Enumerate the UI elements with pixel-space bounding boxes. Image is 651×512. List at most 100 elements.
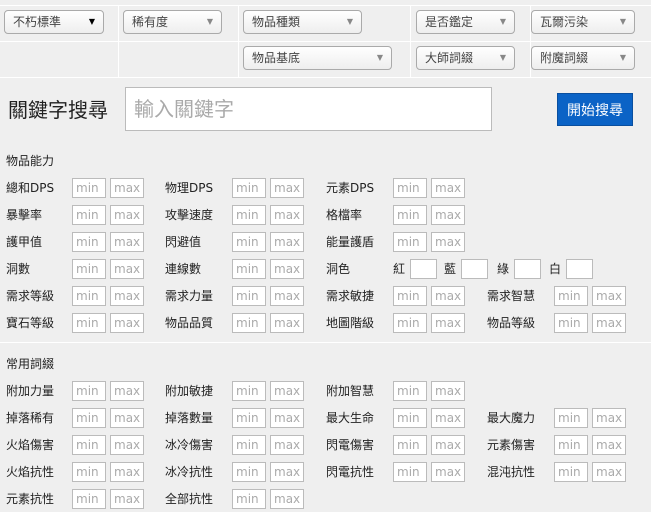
- min-input[interactable]: [393, 232, 427, 252]
- min-input[interactable]: [72, 178, 106, 198]
- max-input[interactable]: [431, 205, 465, 225]
- max-input[interactable]: [110, 313, 144, 333]
- max-input[interactable]: [110, 178, 144, 198]
- min-input[interactable]: [393, 408, 427, 428]
- keyword-input[interactable]: [125, 87, 492, 131]
- section-title: 常用詞綴: [6, 357, 55, 371]
- max-input[interactable]: [270, 408, 304, 428]
- min-input[interactable]: [72, 286, 106, 306]
- field-label: 閃電抗性: [326, 465, 375, 479]
- min-input[interactable]: [232, 435, 266, 455]
- min-input[interactable]: [72, 489, 106, 509]
- max-input[interactable]: [270, 489, 304, 509]
- min-input[interactable]: [232, 259, 266, 279]
- max-input[interactable]: [110, 205, 144, 225]
- socket-color-name: 綠: [497, 262, 510, 276]
- search-button[interactable]: 開始搜尋: [557, 93, 633, 126]
- socket-color-label: 洞色: [326, 262, 351, 276]
- min-input[interactable]: [72, 435, 106, 455]
- max-input[interactable]: [270, 286, 304, 306]
- max-input[interactable]: [110, 259, 144, 279]
- max-input[interactable]: [431, 313, 465, 333]
- max-input[interactable]: [110, 489, 144, 509]
- filter-dropdown[interactable]: 附魔詞綴 ▼: [531, 46, 635, 70]
- max-input[interactable]: [110, 381, 144, 401]
- min-input[interactable]: [232, 178, 266, 198]
- min-input[interactable]: [393, 313, 427, 333]
- max-input[interactable]: [592, 286, 626, 306]
- field-label: 連線數: [165, 262, 202, 276]
- max-input[interactable]: [270, 462, 304, 482]
- socket-count-input[interactable]: [410, 259, 437, 279]
- max-input[interactable]: [431, 232, 465, 252]
- filter-dropdown[interactable]: 大師詞綴 ▼: [416, 46, 515, 70]
- min-input[interactable]: [554, 408, 588, 428]
- max-input[interactable]: [110, 462, 144, 482]
- min-input[interactable]: [72, 205, 106, 225]
- min-input[interactable]: [393, 205, 427, 225]
- min-input[interactable]: [232, 381, 266, 401]
- field-label: 附加敏捷: [165, 384, 214, 398]
- socket-count-input[interactable]: [566, 259, 593, 279]
- socket-count-input[interactable]: [461, 259, 488, 279]
- filter-dropdown[interactable]: 稀有度 ▼: [123, 10, 222, 34]
- dropdown-label: 大師詞綴: [425, 51, 474, 65]
- max-input[interactable]: [270, 232, 304, 252]
- filter-dropdown[interactable]: 物品種類 ▼: [243, 10, 362, 34]
- max-input[interactable]: [431, 435, 465, 455]
- max-input[interactable]: [592, 408, 626, 428]
- min-input[interactable]: [232, 313, 266, 333]
- max-input[interactable]: [110, 232, 144, 252]
- min-input[interactable]: [554, 286, 588, 306]
- field-label: 閃電傷害: [326, 438, 375, 452]
- min-input[interactable]: [72, 381, 106, 401]
- max-input[interactable]: [431, 286, 465, 306]
- max-input[interactable]: [270, 178, 304, 198]
- socket-count-input[interactable]: [514, 259, 541, 279]
- max-input[interactable]: [431, 178, 465, 198]
- field-label: 洞數: [6, 262, 31, 276]
- max-input[interactable]: [431, 408, 465, 428]
- min-input[interactable]: [232, 205, 266, 225]
- max-input[interactable]: [270, 435, 304, 455]
- min-input[interactable]: [232, 232, 266, 252]
- field-label: 元素傷害: [487, 438, 536, 452]
- min-input[interactable]: [393, 178, 427, 198]
- max-input[interactable]: [270, 313, 304, 333]
- max-input[interactable]: [592, 462, 626, 482]
- max-input[interactable]: [110, 408, 144, 428]
- max-input[interactable]: [592, 313, 626, 333]
- max-input[interactable]: [110, 435, 144, 455]
- max-input[interactable]: [270, 205, 304, 225]
- max-input[interactable]: [270, 259, 304, 279]
- filter-dropdown[interactable]: 瓦爾污染 ▼: [531, 10, 635, 34]
- max-input[interactable]: [431, 381, 465, 401]
- max-input[interactable]: [110, 286, 144, 306]
- field-label: 需求力量: [165, 289, 214, 303]
- min-input[interactable]: [232, 408, 266, 428]
- min-input[interactable]: [554, 435, 588, 455]
- min-input[interactable]: [72, 408, 106, 428]
- min-input[interactable]: [232, 462, 266, 482]
- min-input[interactable]: [232, 286, 266, 306]
- section-title: 物品能力: [6, 154, 55, 168]
- min-input[interactable]: [72, 313, 106, 333]
- max-input[interactable]: [431, 462, 465, 482]
- field-label: 需求智慧: [487, 289, 536, 303]
- min-input[interactable]: [393, 462, 427, 482]
- min-input[interactable]: [72, 232, 106, 252]
- min-input[interactable]: [554, 462, 588, 482]
- min-input[interactable]: [393, 286, 427, 306]
- max-input[interactable]: [270, 381, 304, 401]
- max-input[interactable]: [592, 435, 626, 455]
- min-input[interactable]: [72, 259, 106, 279]
- min-input[interactable]: [72, 462, 106, 482]
- min-input[interactable]: [393, 435, 427, 455]
- filter-dropdown[interactable]: 物品基底 ▼: [243, 46, 392, 70]
- min-input[interactable]: [554, 313, 588, 333]
- min-input[interactable]: [393, 381, 427, 401]
- min-input[interactable]: [232, 489, 266, 509]
- filter-dropdown[interactable]: 不朽標準 ▼: [4, 10, 104, 34]
- chevron-down-icon: ▼: [88, 17, 95, 26]
- filter-dropdown[interactable]: 是否鑑定 ▼: [416, 10, 515, 34]
